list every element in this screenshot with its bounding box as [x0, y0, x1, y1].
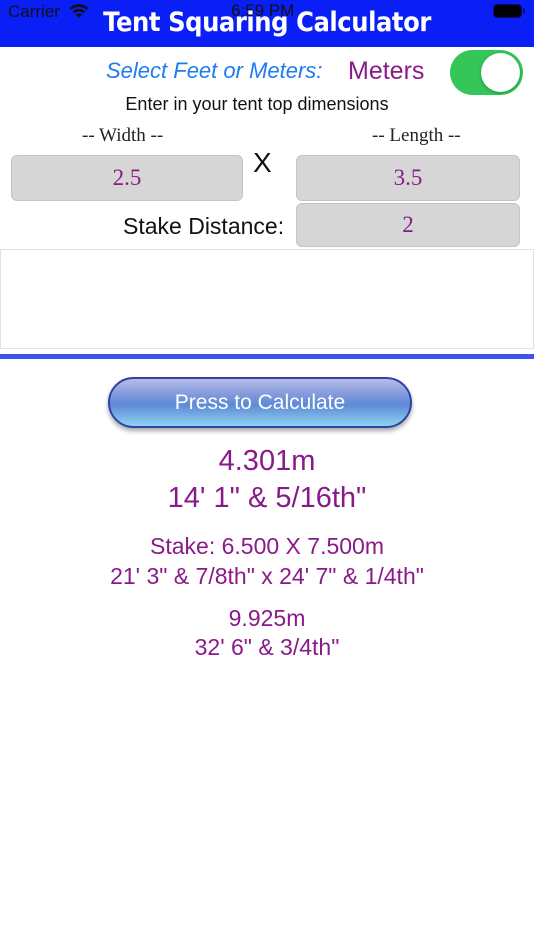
- dimension-separator: X: [253, 147, 272, 178]
- length-label: -- Length --: [372, 125, 461, 146]
- width-input[interactable]: 2.5: [11, 155, 243, 201]
- stake-distance-input[interactable]: 2: [296, 203, 520, 247]
- stake-diagonal-metric-result: 9.925m: [228, 605, 306, 631]
- units-toggle[interactable]: [450, 50, 523, 95]
- width-label: -- Width --: [82, 125, 164, 146]
- length-input[interactable]: 3.5: [296, 155, 520, 201]
- section-divider: [0, 354, 534, 359]
- stake-distance-label: Stake Distance:: [123, 213, 285, 239]
- instructions-text: Enter in your tent top dimensions: [125, 94, 389, 114]
- diagonal-metric-result: 4.301m: [218, 445, 316, 477]
- calculate-button[interactable]: Press to Calculate: [108, 377, 412, 428]
- stake-metric-result: Stake: 6.500 X 7.500m: [150, 533, 384, 559]
- ad-banner[interactable]: [0, 249, 534, 349]
- toggle-knob: [481, 53, 520, 92]
- stake-imperial-result: 21' 3" & 7/8th" x 24' 7" & 1/4th": [110, 563, 424, 589]
- stake-diagonal-imperial-result: 32' 6" & 3/4th": [194, 634, 340, 660]
- units-selected-value: Meters: [348, 57, 425, 85]
- units-label: Select Feet or Meters:: [106, 58, 323, 83]
- app-title: Tent Squaring Calculator: [103, 7, 431, 38]
- diagonal-imperial-result: 14' 1" & 5/16th": [167, 482, 367, 514]
